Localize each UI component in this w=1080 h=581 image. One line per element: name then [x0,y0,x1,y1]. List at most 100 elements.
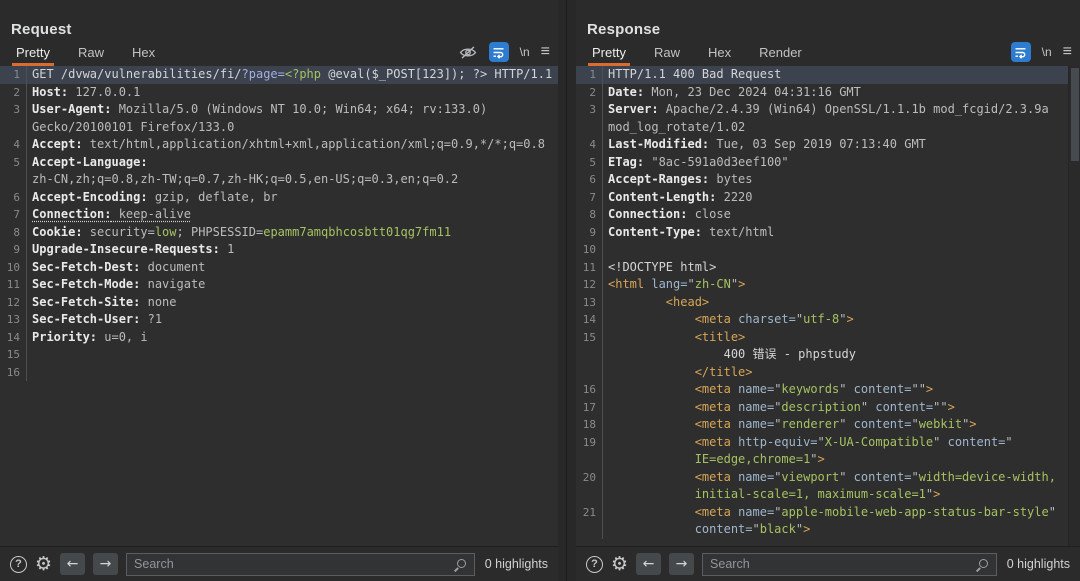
code-line: 9 Upgrade-Insecure-Requests: 1 [0,241,558,259]
hide-nonprinting-button[interactable] [458,43,478,61]
code-text: Content-Type: text/html [608,224,775,239]
code-line: 14 Priority: u=0, i [0,328,558,346]
tab-raw[interactable]: Raw [650,45,684,66]
response-highlights-count: 0 highlights [1006,557,1070,571]
line-number: 10 [576,241,603,259]
code-line: 10 Sec-Fetch-Dest: document [0,258,558,276]
line-number: 16 [576,381,603,399]
code-text: Sec-Fetch-Site: none [32,294,177,309]
code-text: Sec-Fetch-User: ?1 [32,312,163,326]
line-number: 13 [0,311,27,329]
line-number: 7 [0,206,27,224]
line-number: 19 [576,433,603,451]
line-number: 13 [576,293,603,311]
code-line: 2 Host: 127.0.0.1 [0,83,558,101]
line-number: 12 [576,276,603,294]
code-text: Sec-Fetch-Dest: document [32,259,206,274]
soft-wrap-button[interactable] [488,42,509,62]
line-number: 11 [0,276,27,294]
code-text: <meta name="apple-mobile-web-app-status-… [694,504,1056,519]
code-text: <meta http-equiv="X-UA-Compatible" conte… [694,434,1013,449]
code-line: 12 Sec-Fetch-Site: none [0,293,558,311]
code-line: 2 Date: Mon, 23 Dec 2024 04:31:16 GMT [576,83,1080,101]
code-text: ETag: "8ac-591a0d3eef100" [608,154,789,169]
response-searchbox [702,552,997,576]
code-line: 15 <title> [576,328,1080,346]
code-text: User-Agent: Mozilla/5.0 (Windows NT 10.0… [32,102,488,116]
line-number: 7 [576,188,603,206]
code-text: Date: Mon, 23 Dec 2024 04:31:16 GMT [608,84,861,99]
code-line: 11 <!DOCTYPE html> [576,258,1080,276]
code-text: Connection: close [608,207,731,221]
search-prev-button[interactable]: ← [60,553,86,575]
response-panel: Response Pretty Raw Hex Render \n ≡ 1 HTTP/1… [576,0,1080,581]
request-header: Request Pretty Raw Hex \n ≡ [0,0,558,66]
search-next-button[interactable]: → [669,553,695,575]
show-newlines-button[interactable]: \n [520,45,530,59]
tab-pretty[interactable]: Pretty [588,45,630,66]
line-number: 11 [576,258,603,276]
code-text: IE=edge,chrome=1"> [694,452,825,466]
search-next-button[interactable]: → [93,553,119,575]
code-line: 11 Sec-Fetch-Mode: navigate [0,276,558,294]
request-title: Request [11,21,72,38]
tab-raw[interactable]: Raw [74,45,108,66]
response-scrollbar[interactable] [1068,66,1080,546]
search-icon [454,558,467,571]
code-text: initial-scale=1, maximum-scale=1"> [694,487,941,501]
line-number [576,521,603,539]
code-text: Content-Length: 2220 [608,189,753,204]
code-text: <html lang="zh-CN"> [608,277,746,291]
code-line: 13 Sec-Fetch-User: ?1 [0,311,558,329]
editor-menu-icon[interactable]: ≡ [1063,44,1072,60]
line-number: 10 [0,258,27,276]
code-text: <meta name="viewport" content="width=dev… [694,469,1056,484]
soft-wrap-button[interactable] [1010,42,1031,62]
response-header: Response Pretty Raw Hex Render \n ≡ [576,0,1080,66]
line-number: 2 [576,83,603,101]
line-number [0,171,27,189]
code-line: 10 [576,241,1080,259]
show-newlines-button[interactable]: \n [1042,45,1052,59]
response-search-input[interactable] [710,557,976,571]
wrap-text-icon [492,46,505,59]
line-number: 8 [0,223,27,241]
code-text: Accept-Ranges: bytes [608,172,753,186]
response-editor[interactable]: 1 HTTP/1.1 400 Bad Request 2 Date: Mon, 23 … [576,66,1080,546]
code-text: Priority: u=0, i [32,329,148,344]
editor-menu-icon[interactable]: ≡ [541,44,550,60]
tab-hex[interactable]: Hex [128,45,159,66]
code-text: <meta name="description" content=""> [694,399,955,414]
code-line: 16 [0,363,558,381]
code-text: Accept-Encoding: gzip, deflate, br [32,189,278,204]
line-number: 20 [576,468,603,486]
code-line: zh-CN,zh;q=0.8,zh-TW;q=0.7,zh-HK;q=0.5,e… [0,171,558,189]
request-search-input[interactable] [134,557,454,571]
line-number: 14 [576,311,603,329]
search-settings-gear-icon[interactable]: ⚙ [611,554,628,573]
tab-render[interactable]: Render [755,45,806,66]
request-panel: Request Pretty Raw Hex \n ≡ 1 GET /dvwa/… [0,0,558,581]
code-line: 9 Content-Type: text/html [576,223,1080,241]
search-settings-gear-icon[interactable]: ⚙ [35,554,52,573]
code-line: 8 Connection: close [576,206,1080,224]
search-prev-button[interactable]: ← [636,553,662,575]
line-number: 16 [0,363,27,381]
tab-hex[interactable]: Hex [704,45,735,66]
tab-pretty[interactable]: Pretty [12,45,54,66]
request-editor[interactable]: 1 GET /dvwa/vulnerabilities/fi/?page=<?ph… [0,66,558,546]
line-number [576,118,603,136]
scrollbar-thumb[interactable] [1071,68,1079,161]
panel-splitter[interactable] [558,0,576,581]
code-line: 8 Cookie: security=low; PHPSESSID=epamm7a… [0,223,558,241]
help-icon[interactable]: ? [10,555,27,573]
line-number: 3 [0,101,27,119]
code-line: 17 <meta name="description" content=""> [576,398,1080,416]
line-number: 4 [576,136,603,154]
code-text: Gecko/20100101 Firefox/133.0 [32,119,235,134]
line-number: 1 [0,66,27,84]
line-number: 17 [576,398,603,416]
help-icon[interactable]: ? [586,555,603,573]
code-text: <head> [665,294,710,309]
